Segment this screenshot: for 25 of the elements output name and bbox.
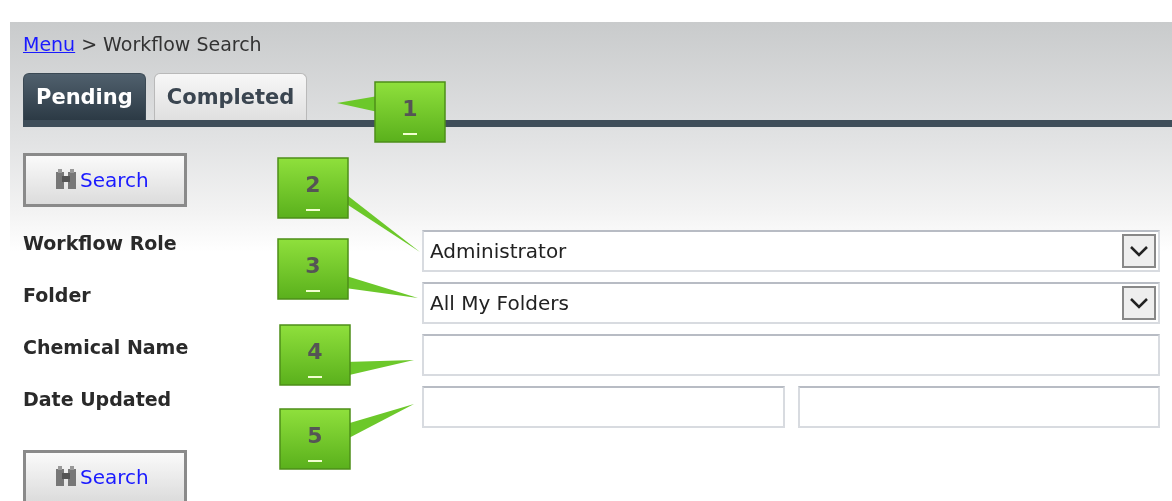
text-input-field[interactable]	[422, 334, 1160, 376]
date-from-field[interactable]	[422, 386, 785, 428]
dropdown-field[interactable]: All My Folders	[422, 282, 1160, 324]
tab[interactable]: Completed	[153, 73, 308, 120]
chevron-down-icon	[1130, 245, 1148, 257]
binoculars-icon	[54, 169, 78, 191]
callout-number: 4	[307, 339, 323, 364]
search-button[interactable]: Search	[23, 450, 187, 501]
callout-number: 1	[402, 96, 418, 121]
callout-number: 5	[307, 423, 323, 448]
field-label: Date Updated	[23, 387, 172, 410]
menu-link[interactable]: Menu	[23, 33, 76, 55]
field-label: Chemical Name	[23, 335, 189, 358]
search-button[interactable]: Search	[23, 153, 187, 207]
binoculars-icon	[54, 466, 78, 488]
tab[interactable]: Pending	[23, 73, 146, 120]
chevron-down-icon	[1130, 297, 1148, 309]
breadcrumb-current: Workflow Search	[103, 33, 262, 55]
dropdown-field[interactable]: Administrator	[422, 230, 1160, 272]
field-label: Workflow Role	[23, 231, 177, 254]
field-label: Folder	[23, 283, 91, 306]
callout-number: 2	[305, 172, 321, 197]
breadcrumb-separator: >	[81, 33, 98, 55]
date-to-field[interactable]	[797, 386, 1160, 428]
callout-number: 3	[305, 253, 321, 278]
